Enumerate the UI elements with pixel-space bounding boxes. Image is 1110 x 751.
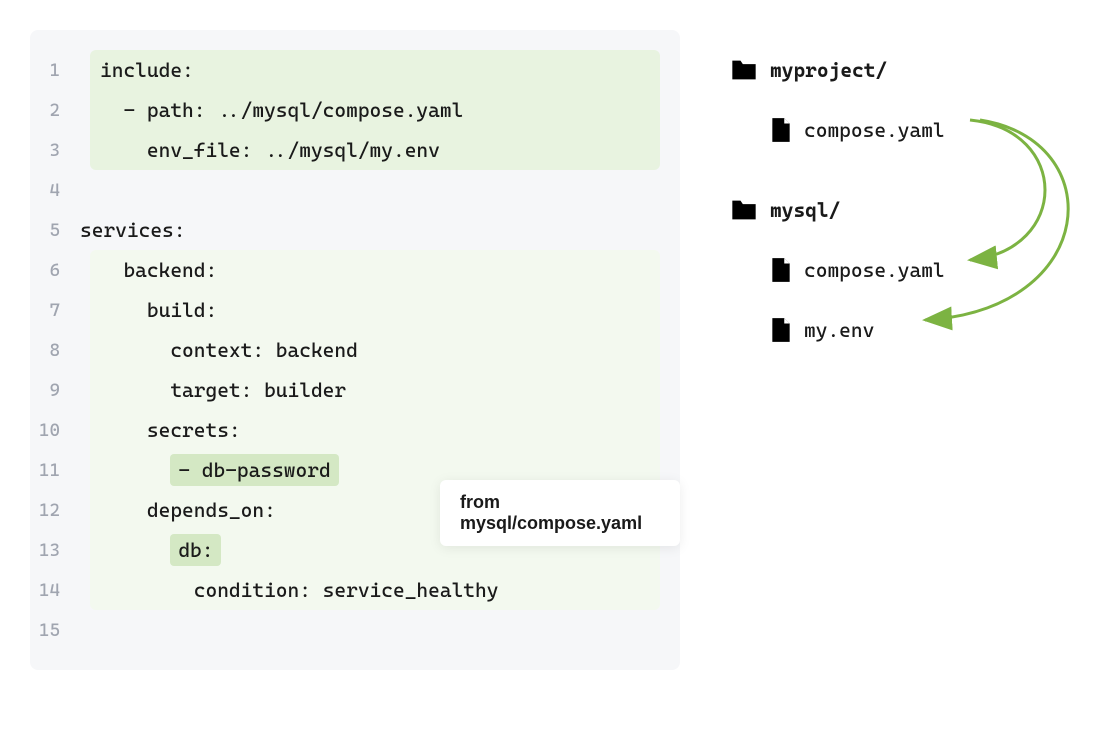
code-line: 3 env_file: ../mysql/my.env xyxy=(90,130,660,170)
code-editor-panel: 1 include: 2 - path: ../mysql/compose.ya… xyxy=(30,30,680,670)
line-number: 10 xyxy=(30,420,80,441)
file-icon xyxy=(770,117,792,143)
file-icon xyxy=(770,257,792,283)
code-line: 9 target: builder xyxy=(90,370,660,410)
folder-icon xyxy=(730,198,758,222)
code-line: 7 build: xyxy=(90,290,660,330)
folder-mysql: mysql/ xyxy=(730,180,1080,240)
line-number: 8 xyxy=(30,340,80,361)
highlight-db: db: xyxy=(170,534,221,566)
file-label: my.env xyxy=(804,318,874,342)
code-line: 1 include: xyxy=(90,50,660,90)
file-compose-mysql: compose.yaml xyxy=(730,240,1080,300)
line-number: 3 xyxy=(30,140,80,161)
folder-icon xyxy=(730,58,758,82)
code-text: secrets: xyxy=(100,418,660,442)
code-text: backend: xyxy=(100,258,660,282)
line-number: 13 xyxy=(30,540,80,561)
code-line: 5 services: xyxy=(30,210,680,250)
line-number: 4 xyxy=(30,180,80,201)
source-tooltip: from mysql/compose.yaml xyxy=(440,480,680,546)
file-label: compose.yaml xyxy=(804,118,945,142)
code-text: context: backend xyxy=(100,338,660,362)
line-number: 14 xyxy=(30,580,80,601)
line-number: 5 xyxy=(30,220,80,241)
code-text: include: xyxy=(100,58,660,82)
code-line: 4 xyxy=(30,170,680,210)
code-line: 2 - path: ../mysql/compose.yaml xyxy=(90,90,660,130)
code-text: target: builder xyxy=(100,378,660,402)
code-line: 14 condition: service_healthy xyxy=(90,570,660,610)
file-compose-myproject: compose.yaml xyxy=(730,100,1080,160)
line-number: 6 xyxy=(30,260,80,281)
code-text: env_file: ../mysql/my.env xyxy=(100,138,660,162)
code-line: 6 backend: xyxy=(90,250,660,290)
code-text: - path: ../mysql/compose.yaml xyxy=(100,98,660,122)
line-number: 9 xyxy=(30,380,80,401)
folder-myproject: myproject/ xyxy=(730,40,1080,100)
folder-label: myproject/ xyxy=(770,58,887,82)
line-number: 1 xyxy=(30,60,80,81)
code-text: condition: service_healthy xyxy=(100,578,660,602)
code-line: 10 secrets: xyxy=(90,410,660,450)
file-icon xyxy=(770,317,792,343)
folder-label: mysql/ xyxy=(770,198,840,222)
code-text: services: xyxy=(80,218,680,242)
file-myenv: my.env xyxy=(730,300,1080,360)
highlight-secret: - db-password xyxy=(170,454,338,486)
line-number: 2 xyxy=(30,100,80,121)
line-number: 12 xyxy=(30,500,80,521)
code-text: build: xyxy=(100,298,660,322)
line-number: 7 xyxy=(30,300,80,321)
line-number: 11 xyxy=(30,460,80,481)
file-tree-panel: myproject/ compose.yaml mysql/ compose.y… xyxy=(730,30,1080,670)
code-line: 8 context: backend xyxy=(90,330,660,370)
line-number: 15 xyxy=(30,620,80,641)
code-line: 15 xyxy=(30,610,680,650)
file-label: compose.yaml xyxy=(804,258,945,282)
